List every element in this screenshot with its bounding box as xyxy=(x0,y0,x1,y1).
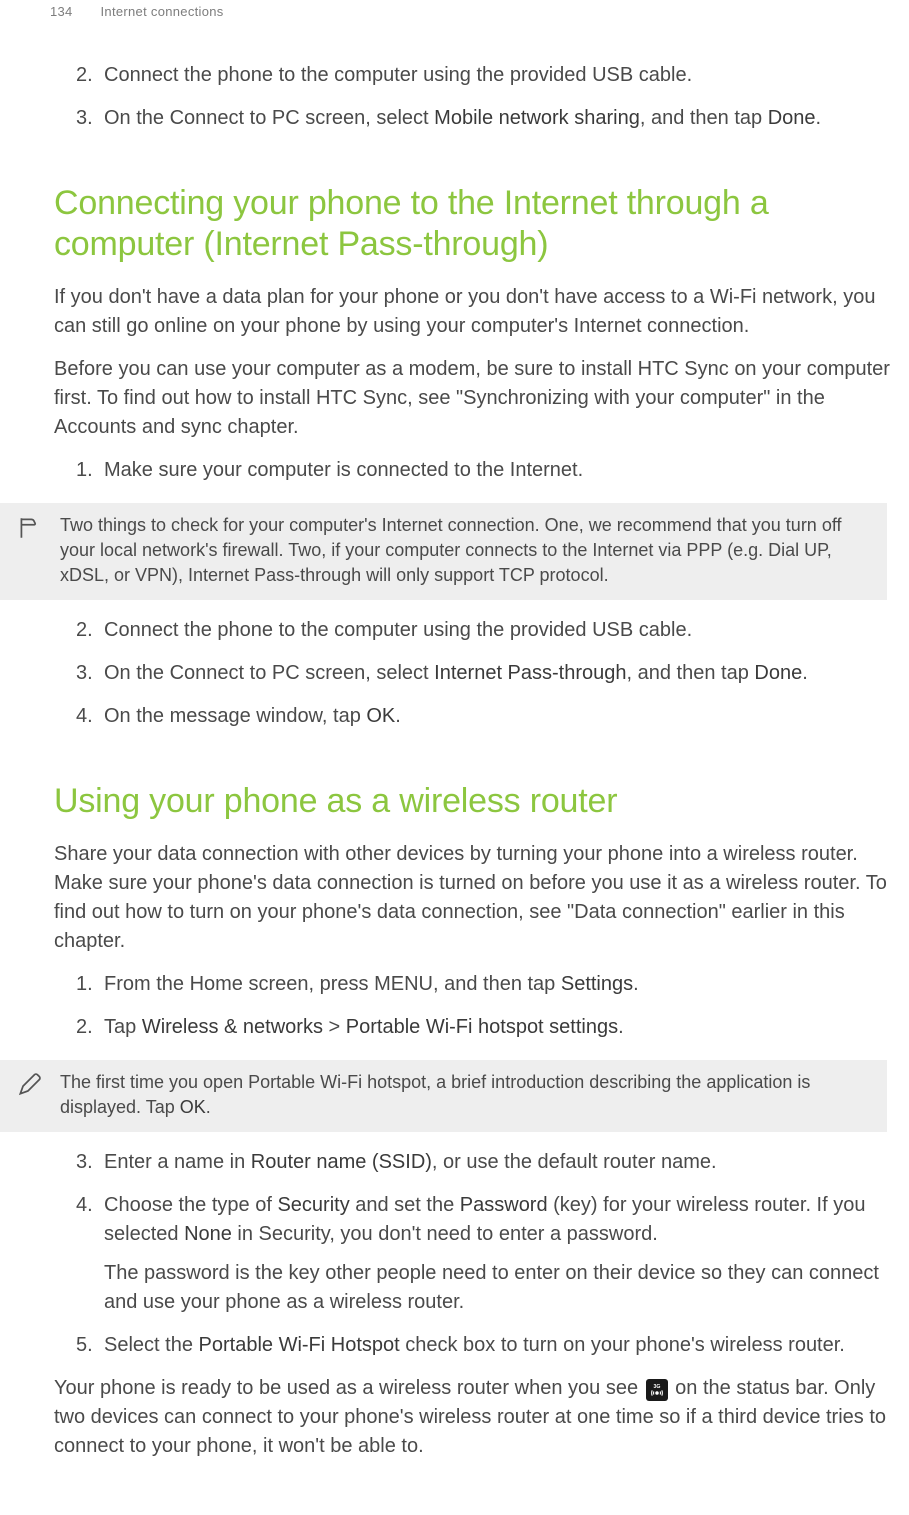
list-body: Enter a name in Router name (SSID), or u… xyxy=(104,1151,717,1173)
list-item: 4On the message window, tap OK. xyxy=(104,702,895,745)
section-heading: Using your phone as a wireless router xyxy=(54,781,895,822)
ordered-list: 2 Connect the phone to the computer using… xyxy=(54,61,895,147)
body-text: . xyxy=(816,107,822,129)
body-text: On the Connect to PC screen, select xyxy=(104,107,434,129)
list-number: 2 xyxy=(76,1013,93,1042)
list-item: 3On the Connect to PC screen, select Mob… xyxy=(104,104,895,147)
list-body: Tap Wireless & networks > Portable Wi-Fi… xyxy=(104,1016,624,1038)
body-text: , and then tap xyxy=(627,662,755,684)
body-text: check box to turn on your phone's wirele… xyxy=(400,1334,845,1356)
list-number: 3 xyxy=(76,104,93,133)
body-text: and set the xyxy=(350,1194,460,1216)
paragraph: Your phone is ready to be used as a wire… xyxy=(54,1374,895,1461)
bold-text: OK xyxy=(366,705,395,727)
bold-text: Mobile network sharing xyxy=(434,107,640,129)
list-number: 1 xyxy=(76,970,93,999)
list-item: 1Make sure your computer is connected to… xyxy=(104,456,895,499)
sub-paragraph: The password is the key other people nee… xyxy=(104,1259,895,1317)
note-text: The first time you open Portable Wi-Fi h… xyxy=(60,1070,869,1120)
page-content: 2 Connect the phone to the computer using… xyxy=(0,19,909,1461)
body-text: Make sure your computer is connected to … xyxy=(104,459,583,481)
list-body: Choose the type of Security and set the … xyxy=(104,1194,865,1245)
body-text: Your phone is ready to be used as a wire… xyxy=(54,1377,644,1399)
body-text: Connect the phone to the computer using … xyxy=(104,64,692,86)
bold-text: None xyxy=(184,1223,232,1245)
list-item: 1From the Home screen, press MENU, and t… xyxy=(104,970,895,1013)
paragraph: Share your data connection with other de… xyxy=(54,840,895,956)
body-text: Connect the phone to the computer using … xyxy=(104,619,692,641)
body-text: , or use the default router name. xyxy=(432,1151,717,1173)
body-text: Select the xyxy=(104,1334,199,1356)
bold-text: Portable Wi-Fi Hotspot xyxy=(199,1334,400,1356)
pencil-icon xyxy=(16,1072,42,1098)
body-text: Choose the type of xyxy=(104,1194,277,1216)
list-body: Make sure your computer is connected to … xyxy=(104,459,583,481)
list-number: 3 xyxy=(76,659,93,688)
note-callout: Two things to check for your computer's … xyxy=(0,503,887,601)
bold-text: Router name (SSID) xyxy=(251,1151,432,1173)
list-body: Connect the phone to the computer using … xyxy=(104,64,692,86)
list-number: 4 xyxy=(76,1191,93,1220)
bold-text: Wireless & networks xyxy=(142,1016,323,1038)
list-item: 4Choose the type of Security and set the… xyxy=(104,1191,895,1331)
body-text: . xyxy=(633,973,639,995)
list-body: On the Connect to PC screen, select Inte… xyxy=(104,662,808,684)
body-text: . xyxy=(802,662,808,684)
body-text: The first time you open Portable Wi-Fi h… xyxy=(60,1072,810,1117)
body-text: Tap xyxy=(104,1016,142,1038)
svg-text:3G: 3G xyxy=(653,1384,660,1390)
list-item: 2Connect the phone to the computer using… xyxy=(104,61,895,104)
bold-text: Done xyxy=(768,107,816,129)
list-item: 3On the Connect to PC screen, select Int… xyxy=(104,659,895,702)
list-item: 2Connect the phone to the computer using… xyxy=(104,616,895,659)
list-body: On the message window, tap OK. xyxy=(104,705,401,727)
body-text: On the message window, tap xyxy=(104,705,366,727)
list-number: 1 xyxy=(76,456,93,485)
list-number: 2 xyxy=(76,61,93,90)
list-number: 4 xyxy=(76,702,93,731)
body-text: Enter a name in xyxy=(104,1151,251,1173)
list-body: From the Home screen, press MENU, and th… xyxy=(104,973,639,995)
page-number: 134 xyxy=(50,4,73,19)
list-item: 3Enter a name in Router name (SSID), or … xyxy=(104,1148,895,1191)
bold-text: Done xyxy=(754,662,802,684)
list-number: 2 xyxy=(76,616,93,645)
bold-text: Internet Pass-through xyxy=(434,662,626,684)
ordered-list: 3 Enter a name in Router name (SSID), or … xyxy=(54,1148,895,1374)
body-text: . xyxy=(618,1016,624,1038)
body-text: > xyxy=(323,1016,346,1038)
body-text: . xyxy=(395,705,401,727)
body-text: On the Connect to PC screen, select xyxy=(104,662,434,684)
list-body: Connect the phone to the computer using … xyxy=(104,619,692,641)
paragraph: If you don't have a data plan for your p… xyxy=(54,283,895,341)
note-callout: The first time you open Portable Wi-Fi h… xyxy=(0,1060,887,1132)
page-header: 134 Internet connections xyxy=(0,0,909,19)
bold-text: Security xyxy=(277,1194,349,1216)
list-item: 2Tap Wireless & networks > Portable Wi-F… xyxy=(104,1013,895,1056)
list-number: 3 xyxy=(76,1148,93,1177)
bold-text: Settings xyxy=(561,973,633,995)
list-body: Select the Portable Wi-Fi Hotspot check … xyxy=(104,1334,845,1356)
list-item: 5Select the Portable Wi-Fi Hotspot check… xyxy=(104,1331,895,1374)
document-page: 134 Internet connections 2Connect the ph… xyxy=(0,0,909,1515)
chapter-title: Internet connections xyxy=(101,4,224,19)
list-number: 5 xyxy=(76,1331,93,1360)
body-text: , and then tap xyxy=(640,107,768,129)
body-text: in Security, you don't need to enter a p… xyxy=(232,1223,658,1245)
paragraph: Before you can use your computer as a mo… xyxy=(54,355,895,442)
section-heading: Connecting your phone to the Internet th… xyxy=(54,183,895,265)
bold-text: Password xyxy=(460,1194,548,1216)
list-body: On the Connect to PC screen, select Mobi… xyxy=(104,107,821,129)
tethering-3g-icon: 3G xyxy=(646,1379,668,1401)
body-text: . xyxy=(206,1097,211,1117)
bold-text: Portable Wi-Fi hotspot settings xyxy=(346,1016,618,1038)
ordered-list: 1 Make sure your computer is connected to… xyxy=(54,456,895,499)
ordered-list: 1 From the Home screen, press MENU, and t… xyxy=(54,970,895,1056)
ordered-list: 2 Connect the phone to the computer using… xyxy=(54,616,895,745)
body-text: From the Home screen, press MENU, and th… xyxy=(104,973,561,995)
note-text: Two things to check for your computer's … xyxy=(60,513,869,589)
bold-text: OK xyxy=(180,1097,206,1117)
flag-icon xyxy=(16,515,42,541)
